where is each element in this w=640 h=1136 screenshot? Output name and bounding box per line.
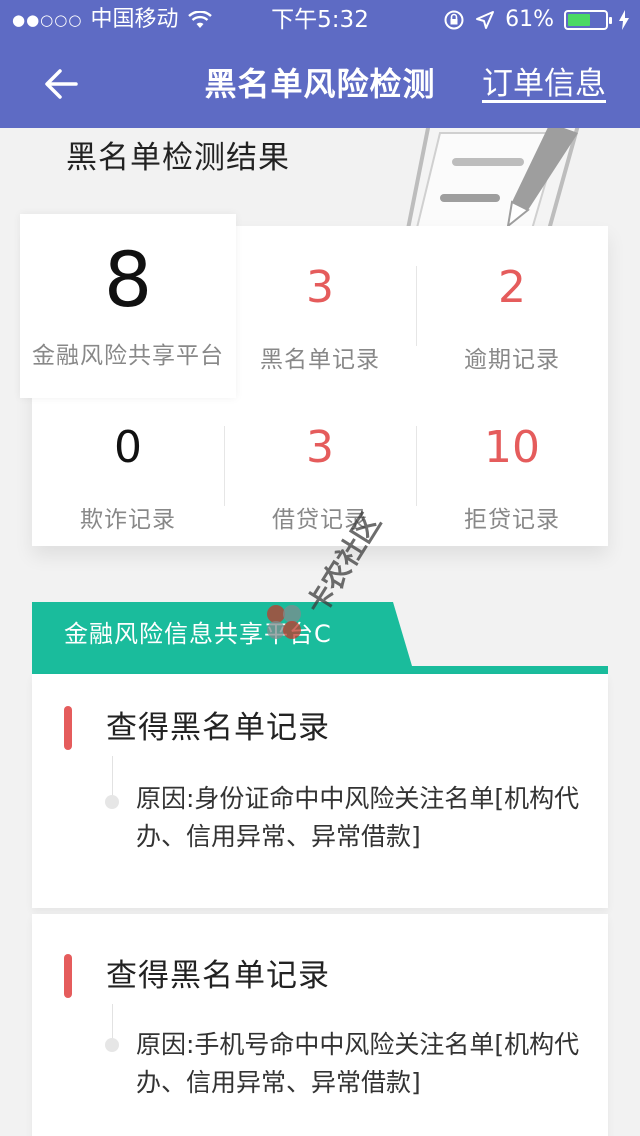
record-heading: 查得黑名单记录 (106, 958, 330, 994)
timeline-line (112, 756, 113, 796)
stat-label: 金融风险共享平台 (32, 343, 224, 369)
record-reason: 原因:身份证命中中风险关注名单[机构代办、信用异常、异常借款] (136, 784, 580, 851)
stat-loan-rejected[interactable]: 10 拒贷记录 (416, 418, 608, 534)
stat-value: 0 (114, 422, 142, 473)
battery-icon (564, 10, 612, 30)
stat-label: 逾期记录 (464, 347, 560, 373)
nav-bar: 黑名单风险检测 订单信息 (0, 40, 640, 128)
stat-label: 借贷记录 (272, 507, 368, 533)
record-marker (64, 706, 72, 750)
stat-label: 拒贷记录 (464, 507, 560, 533)
stat-label: 黑名单记录 (260, 347, 380, 373)
stat-loan[interactable]: 3 借贷记录 (224, 418, 416, 534)
header: ●●○○○ 中国移动 下午5:32 61% 黑名单风险检测 订单信息 (0, 0, 640, 128)
battery-percent: 61% (505, 7, 554, 32)
location-arrow-icon (476, 11, 495, 29)
battery-level-fill (568, 14, 590, 26)
status-bar: ●●○○○ 中国移动 下午5:32 61% (0, 0, 640, 40)
stat-label: 欺诈记录 (80, 507, 176, 533)
stat-blacklist[interactable]: 3 黑名单记录 (224, 258, 416, 374)
record-card: 查得黑名单记录 原因:身份证命中中风险关注名单[机构代办、信用异常、异常借款] (32, 674, 608, 908)
rotation-lock-icon (444, 10, 464, 30)
status-right: 61% (443, 0, 630, 40)
record-marker (64, 954, 72, 998)
charging-bolt-icon (619, 10, 629, 30)
order-info-link[interactable]: 订单信息 (482, 40, 606, 128)
result-section-title: 黑名单检测结果 (66, 140, 290, 176)
stat-overdue[interactable]: 2 逾期记录 (416, 258, 608, 374)
record-reason: 原因:手机号命中中风险关注名单[机构代办、信用异常、异常借款] (136, 1030, 580, 1097)
stat-platform-count[interactable]: 8 金融风险共享平台 (20, 214, 236, 398)
stat-value: 8 (103, 235, 153, 324)
record-card: 查得黑名单记录 原因:手机号命中中风险关注名单[机构代办、信用异常、异常借款] (32, 914, 608, 1136)
stat-fraud[interactable]: 0 欺诈记录 (32, 418, 224, 534)
stat-value: 3 (306, 262, 334, 313)
stat-value: 2 (498, 262, 526, 313)
stat-value: 3 (306, 422, 334, 473)
platform-tab-underline (32, 666, 608, 674)
stat-value: 10 (484, 422, 540, 473)
timeline-dot (105, 1038, 119, 1052)
record-heading: 查得黑名单记录 (106, 710, 330, 746)
platform-tab[interactable]: 金融风险信息共享平台C (32, 602, 412, 666)
timeline-dot (105, 795, 119, 809)
